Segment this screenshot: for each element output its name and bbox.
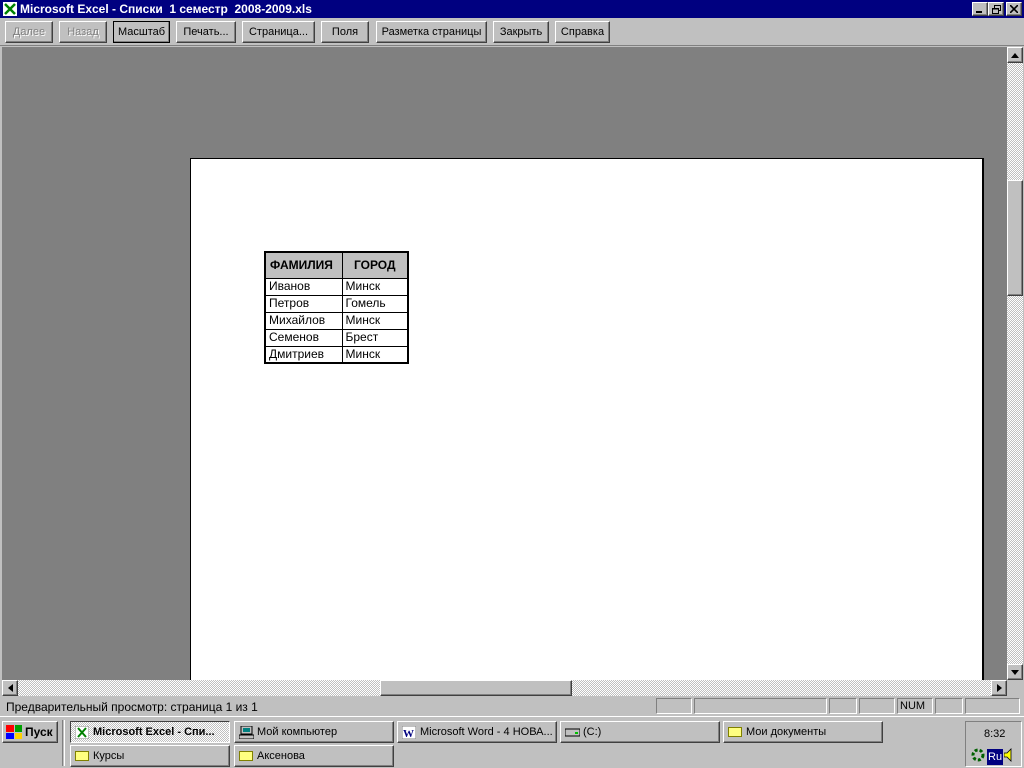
cell-city: Минск (341, 277, 409, 296)
task-aksenova[interactable]: Аксенова (234, 745, 394, 767)
task-excel[interactable]: Microsoft Excel - Спи... (70, 721, 230, 743)
computer-icon (238, 725, 254, 739)
column-header-city: ГОРОД (341, 251, 409, 279)
cell-city: Брест (341, 328, 409, 347)
scroll-down-button[interactable] (1007, 664, 1023, 680)
help-button[interactable]: Справка (555, 21, 610, 43)
scroll-left-button[interactable] (2, 680, 18, 696)
language-indicator[interactable]: Ru (987, 748, 1004, 765)
scroll-right-button[interactable] (991, 680, 1007, 696)
table-row: Петров Гомель (264, 294, 409, 313)
task-kursy[interactable]: Курсы (70, 745, 230, 767)
horizontal-scrollbar[interactable] (2, 680, 1007, 696)
window-title: Microsoft Excel - Списки 1 семестр 2008-… (20, 2, 312, 16)
print-preview-toolbar: Далее Назад Масштаб Печать... Страница..… (0, 18, 1024, 46)
close-icon (1010, 5, 1018, 13)
close-preview-button[interactable]: Закрыть (493, 21, 549, 43)
num-lock-indicator: NUM (897, 698, 933, 714)
restore-icon (991, 4, 1001, 14)
cell-surname: Дмитриев (264, 345, 343, 364)
task-label: Курсы (93, 750, 125, 762)
close-button[interactable] (1006, 2, 1022, 16)
next-button[interactable]: Далее (5, 21, 53, 43)
minimize-button[interactable] (972, 2, 988, 16)
start-label: Пуск (25, 725, 53, 739)
system-tray: 8:32 Ru (965, 721, 1022, 767)
task-my-computer[interactable]: Мой компьютер (234, 721, 394, 743)
cell-city: Минск (341, 345, 409, 364)
table-row: Семенов Брест (264, 328, 409, 347)
cell-city: Гомель (341, 294, 409, 313)
vertical-scrollbar[interactable] (1007, 47, 1023, 680)
excel-icon (74, 725, 90, 739)
scroll-corner (1007, 680, 1023, 696)
drive-icon (564, 725, 580, 739)
status-panel (829, 698, 857, 714)
cell-surname: Михайлов (264, 311, 343, 330)
minimize-icon (976, 11, 982, 13)
svg-text:W: W (403, 728, 414, 739)
cell-city: Минск (341, 311, 409, 330)
taskbar: Пуск Microsoft Excel - Спи... Мой компью… (0, 716, 1024, 768)
vertical-scroll-thumb[interactable] (1007, 180, 1023, 296)
cell-surname: Петров (264, 294, 343, 313)
preview-page[interactable]: ФАМИЛИЯ ГОРОД Иванов Минск Петров Гомель… (190, 158, 984, 680)
taskbar-separator (62, 720, 65, 766)
restore-button[interactable] (988, 2, 1004, 16)
excel-app-icon[interactable] (2, 1, 18, 17)
task-my-documents[interactable]: Мои документы (723, 721, 883, 743)
arrow-down-icon (1011, 669, 1019, 675)
status-bar: Предварительный просмотр: страница 1 из … (0, 697, 1024, 716)
cell-surname: Семенов (264, 328, 343, 347)
status-panel (656, 698, 692, 714)
word-icon: W (401, 725, 417, 739)
arrow-left-icon (7, 684, 13, 692)
num-lock-label: NUM (900, 700, 926, 712)
cell-surname: Иванов (264, 277, 343, 296)
scroll-up-button[interactable] (1007, 47, 1023, 63)
table-row: Дмитриев Минск (264, 345, 409, 364)
page-setup-button[interactable]: Страница... (242, 21, 315, 43)
folder-icon (74, 749, 90, 763)
status-text: Предварительный просмотр: страница 1 из … (6, 700, 258, 714)
arrow-up-icon (1011, 52, 1019, 58)
margins-button[interactable]: Поля (321, 21, 369, 43)
task-label: Мои документы (746, 726, 827, 738)
task-drive-c[interactable]: (C:) (560, 721, 720, 743)
zoom-button[interactable]: Масштаб (113, 21, 170, 43)
data-table: ФАМИЛИЯ ГОРОД Иванов Минск Петров Гомель… (264, 251, 409, 364)
status-panel (694, 698, 827, 714)
table-row: Михайлов Минск (264, 311, 409, 330)
table-row: Иванов Минск (264, 277, 409, 296)
status-panel (965, 698, 1020, 714)
horizontal-scroll-thumb[interactable] (380, 680, 572, 696)
status-panel (935, 698, 963, 714)
preview-area[interactable]: ФАМИЛИЯ ГОРОД Иванов Минск Петров Гомель… (2, 47, 1007, 680)
clock[interactable]: 8:32 (984, 728, 1005, 740)
task-label: Microsoft Word - 4 НОВА... (420, 726, 553, 738)
arrow-right-icon (996, 684, 1002, 692)
task-word[interactable]: W Microsoft Word - 4 НОВА... (397, 721, 557, 743)
task-label: (C:) (583, 726, 602, 738)
title-bar: Microsoft Excel - Списки 1 семестр 2008-… (0, 0, 1024, 18)
task-label: Аксенова (257, 750, 305, 762)
task-label: Мой компьютер (257, 726, 338, 738)
status-panel (859, 698, 895, 714)
start-button[interactable]: Пуск (2, 721, 58, 743)
gear-icon[interactable] (970, 747, 986, 766)
folder-icon (727, 725, 743, 739)
task-label: Microsoft Excel - Спи... (93, 726, 215, 738)
windows-logo-icon (6, 725, 22, 739)
speaker-icon[interactable] (1003, 748, 1014, 765)
folder-icon (238, 749, 254, 763)
column-header-surname: ФАМИЛИЯ (264, 251, 343, 279)
print-button[interactable]: Печать... (176, 21, 236, 43)
prev-button[interactable]: Назад (59, 21, 107, 43)
page-break-preview-button[interactable]: Разметка страницы (376, 21, 487, 43)
